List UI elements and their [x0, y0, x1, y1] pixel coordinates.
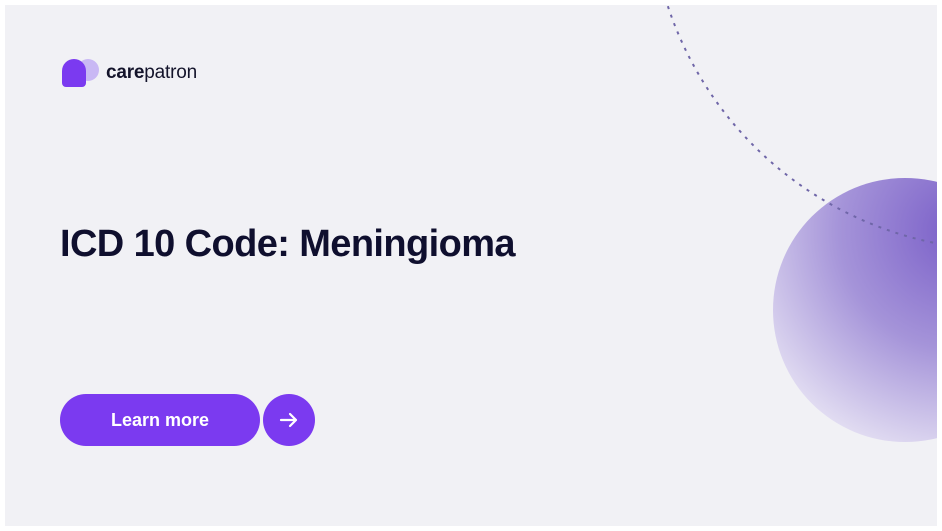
arrow-right-icon [279, 412, 298, 428]
page-title: ICD 10 Code: Meningioma [60, 223, 516, 265]
brand-name: carepatron [106, 62, 197, 84]
learn-more-cta: Learn more [60, 394, 315, 446]
brand-name-bold: care [106, 62, 145, 83]
brand-name-light: patron [144, 62, 197, 83]
learn-more-button[interactable]: Learn more [60, 394, 260, 446]
decorative-orb [773, 178, 937, 442]
learn-more-arrow-button[interactable] [263, 394, 315, 446]
carepatron-logo-icon [62, 59, 99, 87]
brand-logo[interactable]: carepatron [60, 57, 197, 89]
dotted-arc [666, 5, 937, 245]
banner: carepatron ICD 10 Code: Meningioma Learn… [5, 5, 937, 526]
